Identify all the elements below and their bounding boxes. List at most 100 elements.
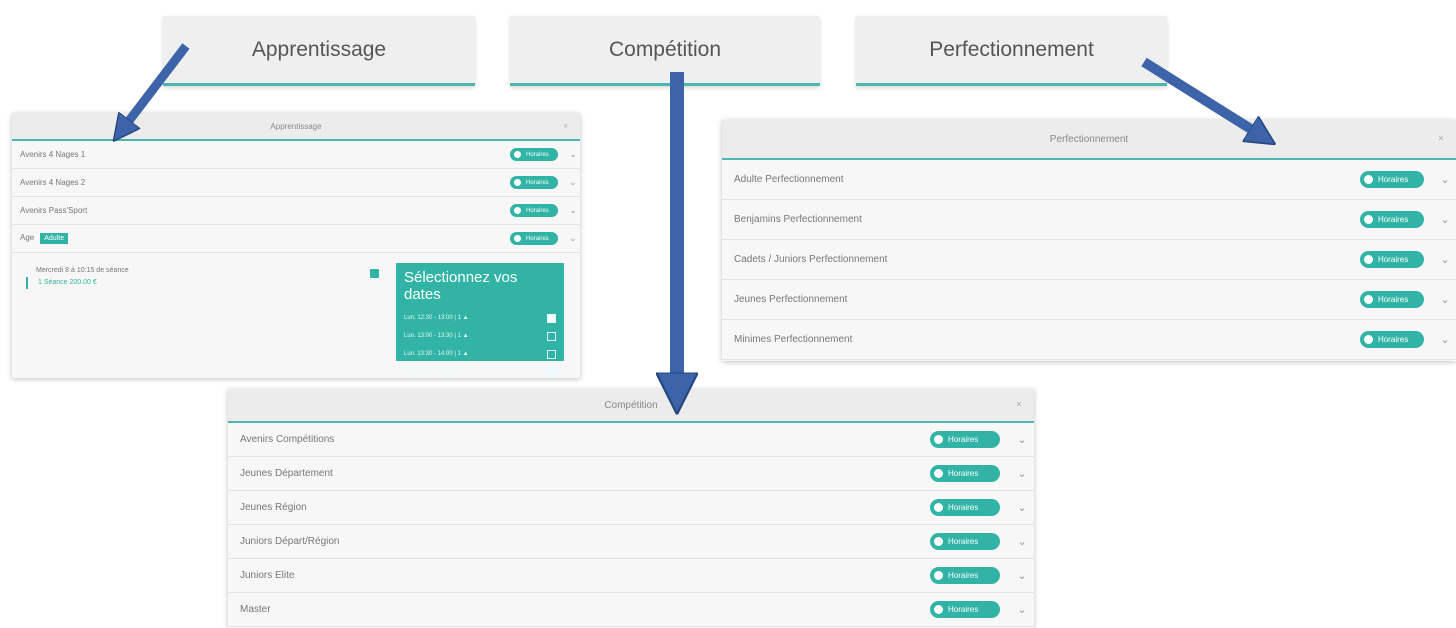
tab-competition[interactable]: Compétition: [510, 16, 820, 86]
list-item[interactable]: Jeunes Région Horaires ⌄: [228, 491, 1034, 525]
list-item[interactable]: Avenirs 4 Nages 1 Horaires ⌄: [12, 141, 580, 169]
toggle-dot-icon: [934, 537, 943, 546]
tab-perfectionnement[interactable]: Perfectionnement: [856, 16, 1167, 86]
horaires-label: Horaires: [1378, 175, 1409, 184]
horaires-label: Horaires: [526, 151, 549, 158]
panel-title: Apprentissage: [270, 121, 322, 131]
horaires-button[interactable]: Horaires: [930, 499, 1000, 516]
course-label: Jeunes Département: [240, 468, 333, 479]
chevron-down-icon[interactable]: ⌄: [1010, 569, 1034, 582]
list-item[interactable]: Jeunes Perfectionnement Horaires ⌄: [722, 280, 1456, 320]
close-icon[interactable]: ×: [1016, 400, 1022, 411]
horaires-button[interactable]: Horaires: [1360, 331, 1424, 348]
list-item[interactable]: Juniors Départ/Région Horaires ⌄: [228, 525, 1034, 559]
panel-header: Compétition ×: [228, 389, 1034, 423]
list-item[interactable]: Juniors Elite Horaires ⌄: [228, 559, 1034, 593]
horaires-button[interactable]: Horaires: [930, 601, 1000, 618]
list-item[interactable]: Benjamins Perfectionnement Horaires ⌄: [722, 200, 1456, 240]
course-label: Juniors Elite: [240, 570, 295, 581]
horaires-button[interactable]: Horaires: [930, 431, 1000, 448]
slot-checkbox[interactable]: [370, 269, 379, 278]
horaires-label: Horaires: [526, 235, 549, 242]
chevron-down-icon[interactable]: ⌄: [1434, 253, 1456, 266]
date-label: Lun. 13:30 - 14:00 | 1 ▲: [404, 351, 469, 357]
price-text: 1 Séance 200.00 €: [26, 277, 97, 289]
list-item[interactable]: Jeunes Département Horaires ⌄: [228, 457, 1034, 491]
chevron-down-icon[interactable]: ⌄: [1434, 333, 1456, 346]
date-option[interactable]: Lun. 12:30 - 13:00 | 1 ▲: [404, 309, 556, 327]
horaires-button[interactable]: Horaires: [510, 232, 558, 245]
chevron-down-icon[interactable]: ⌄: [1010, 535, 1034, 548]
horaires-label: Horaires: [1378, 255, 1409, 264]
toggle-dot-icon: [934, 571, 943, 580]
date-label: Lun. 17:00 - 17:30 | 1 ▲: [404, 369, 469, 375]
horaires-button[interactable]: Horaires: [510, 204, 558, 217]
list-item[interactable]: Cadets / Juniors Perfectionnement Horair…: [722, 240, 1456, 280]
course-label: Jeunes Région: [240, 502, 307, 513]
tab-apprentissage[interactable]: Apprentissage: [163, 16, 475, 86]
horaires-button[interactable]: Horaires: [930, 533, 1000, 550]
date-checkbox[interactable]: [547, 349, 556, 359]
date-checkbox[interactable]: [547, 313, 556, 323]
chevron-down-icon[interactable]: ⌄: [1010, 501, 1034, 514]
list-item[interactable]: Avenirs Compétitions Horaires ⌄: [228, 423, 1034, 457]
chevron-down-icon[interactable]: ⌄: [1434, 173, 1456, 186]
list-item[interactable]: Age Adulte Horaires ⌄: [12, 225, 580, 253]
course-label: Benjamins Perfectionnement: [734, 214, 862, 225]
date-label: Lun. 12:30 - 13:00 | 1 ▲: [404, 315, 469, 321]
toggle-dot-icon: [514, 235, 521, 242]
date-option[interactable]: Lun. 13:00 - 13:30 | 1 ▲: [404, 327, 556, 345]
horaires-button[interactable]: Horaires: [930, 567, 1000, 584]
chevron-down-icon[interactable]: ⌄: [1434, 213, 1456, 226]
date-checkbox[interactable]: [547, 331, 556, 341]
date-checkbox[interactable]: [547, 367, 556, 377]
course-label: Avenirs Compétitions: [240, 434, 335, 445]
chevron-up-icon[interactable]: ⌄: [566, 233, 580, 244]
horaires-label: Horaires: [948, 605, 979, 614]
date-option[interactable]: Lun. 13:30 - 14:00 | 1 ▲: [404, 345, 556, 363]
chevron-down-icon[interactable]: ⌄: [1434, 293, 1456, 306]
horaires-label: Horaires: [526, 207, 549, 214]
date-label: Lun. 13:00 - 13:30 | 1 ▲: [404, 333, 469, 339]
date-option[interactable]: Lun. 17:00 - 17:30 | 1 ▲: [404, 363, 556, 381]
schedule-detail: Mercredi 8 à 10:15 de séance 1 Séance 20…: [12, 253, 580, 377]
horaires-label: Horaires: [1378, 335, 1409, 344]
horaires-label: Horaires: [948, 435, 979, 444]
age-select[interactable]: Adulte: [40, 233, 69, 244]
age-label: Age: [20, 233, 35, 242]
toggle-dot-icon: [514, 179, 521, 186]
course-label: Cadets / Juniors Perfectionnement: [734, 254, 888, 265]
horaires-button[interactable]: Horaires: [1360, 211, 1424, 228]
chevron-down-icon[interactable]: ⌄: [566, 177, 580, 188]
horaires-button[interactable]: Horaires: [510, 176, 558, 189]
horaires-button[interactable]: Horaires: [1360, 251, 1424, 268]
list-item[interactable]: Master Horaires ⌄: [228, 593, 1034, 627]
horaires-button[interactable]: Horaires: [510, 148, 558, 161]
horaires-button[interactable]: Horaires: [1360, 291, 1424, 308]
horaires-button[interactable]: Horaires: [1360, 171, 1424, 188]
dates-title: Sélectionnez vos dates: [404, 269, 518, 303]
horaires-label: Horaires: [1378, 295, 1409, 304]
chevron-down-icon[interactable]: ⌄: [1010, 433, 1034, 446]
horaires-button[interactable]: Horaires: [930, 465, 1000, 482]
list-item[interactable]: Avenirs 4 Nages 2 Horaires ⌄: [12, 169, 580, 197]
horaires-label: Horaires: [948, 571, 979, 580]
toggle-dot-icon: [934, 503, 943, 512]
list-item[interactable]: Avenirs Pass'Sport Horaires ⌄: [12, 197, 580, 225]
chevron-down-icon[interactable]: ⌄: [1010, 603, 1034, 616]
toggle-dot-icon: [1364, 295, 1373, 304]
list-item[interactable]: Adulte Perfectionnement Horaires ⌄: [722, 160, 1456, 200]
course-label: Avenirs Pass'Sport: [20, 206, 88, 215]
list-item[interactable]: Minimes Perfectionnement Horaires ⌄: [722, 320, 1456, 360]
course-label: Minimes Perfectionnement: [734, 334, 853, 345]
chevron-down-icon[interactable]: ⌄: [566, 149, 580, 160]
toggle-dot-icon: [514, 151, 521, 158]
close-icon[interactable]: ×: [563, 122, 568, 131]
horaires-label: Horaires: [526, 179, 549, 186]
chevron-down-icon[interactable]: ⌄: [1010, 467, 1034, 480]
course-label: Master: [240, 604, 271, 615]
close-icon[interactable]: ×: [1438, 134, 1444, 145]
chevron-down-icon[interactable]: ⌄: [566, 205, 580, 216]
course-label: Juniors Départ/Région: [240, 536, 340, 547]
panel-title: Compétition: [604, 399, 658, 411]
